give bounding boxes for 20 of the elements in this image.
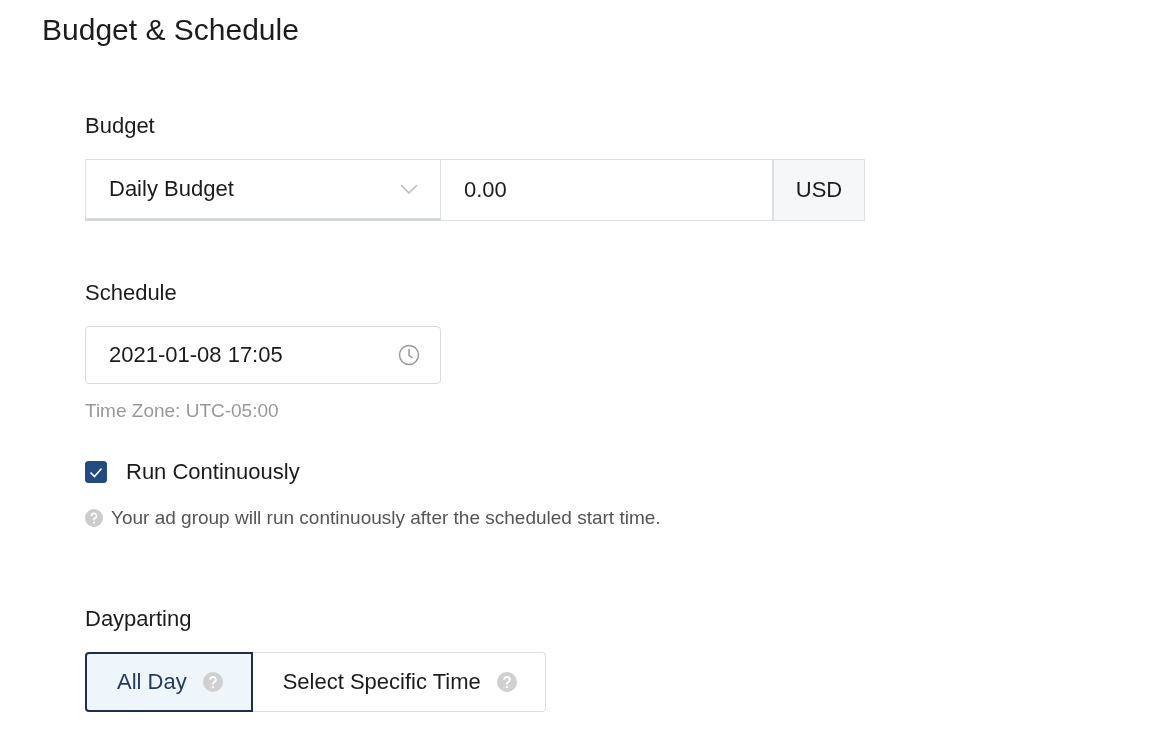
help-icon [85,509,103,527]
amount-field[interactable]: 0.00 [441,159,773,221]
field-label: Budget [85,112,156,140]
section-title: Budget & Schedule [42,12,300,48]
clock-icon [398,344,420,366]
chevron-down-icon [400,184,418,194]
checkbox-label: Run Continuously [126,459,300,485]
hint-text: Your ad group will run continuously after the scheduled start time. [111,507,661,529]
budget-type-select[interactable]: Daily Budget [85,159,441,221]
field-label: Schedule [85,279,178,307]
date-time-field[interactable]: 2021-01-08 17:05 [85,326,441,384]
currency-addon: USD [773,159,865,221]
segment-option[interactable]: Select Specific Time [252,652,546,712]
time-zone-text: Time Zone: UTC-05:00 [85,399,280,423]
help-icon [202,672,223,692]
help-icon [496,672,517,692]
segment-option[interactable]: All Day [85,652,253,712]
checkmark-icon [89,466,103,478]
checkbox[interactable] [85,461,107,483]
field-label: Dayparting [85,605,193,633]
